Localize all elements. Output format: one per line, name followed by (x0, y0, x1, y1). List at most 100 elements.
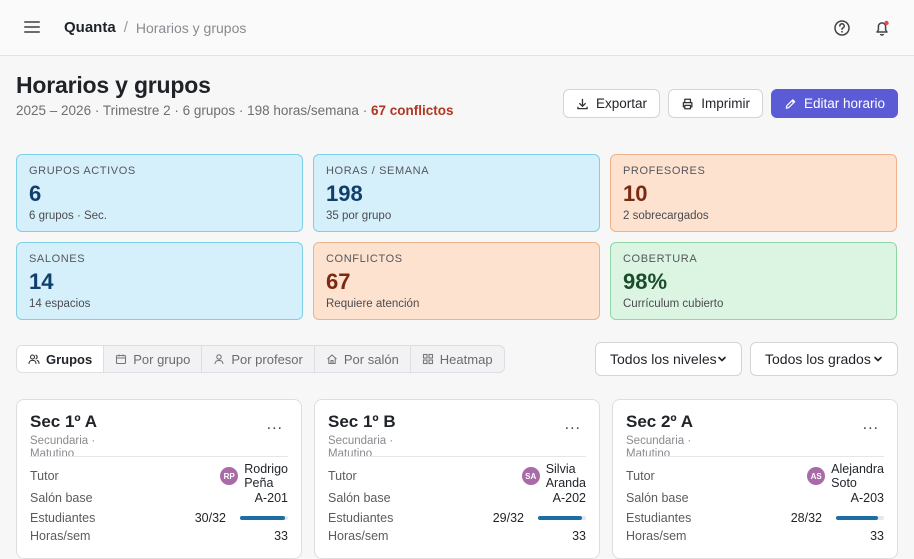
export-button[interactable]: Exportar (563, 89, 660, 118)
room-label: Salón base (30, 491, 93, 505)
level-select[interactable]: Todos los niveles (595, 342, 742, 376)
hours-label: Horas/sem (626, 529, 687, 543)
breadcrumb-app[interactable]: Quanta (64, 19, 116, 36)
students-bar (836, 516, 884, 520)
tutor-row: Tutor AS Alejandra Soto (626, 462, 884, 490)
room-label: Salón base (626, 491, 689, 505)
stat-label: SALONES (29, 253, 86, 265)
room-value: A-203 (850, 491, 884, 505)
stat-label: CONFLICTOS (326, 253, 403, 265)
divider (30, 456, 288, 457)
tab-groups[interactable]: Grupos (17, 346, 105, 372)
tab-by-teacher[interactable]: Por profesor (202, 346, 315, 372)
edit-schedule-button[interactable]: Editar horario (771, 89, 898, 118)
stat-rooms: SALONES 14 14 espacios (16, 242, 303, 320)
avatar: AS (807, 467, 826, 485)
calendar-icon (116, 354, 127, 365)
tab-heatmap[interactable]: Heatmap (411, 346, 504, 372)
chevron-down-icon (718, 356, 726, 362)
breadcrumb-current: Horarios y grupos (135, 19, 247, 36)
conflicts-count[interactable]: 67 conflictos (371, 103, 454, 118)
page-subtitle: 2025 – 2026 · Trimestre 2 · 6 grupos · 1… (16, 103, 453, 118)
students-bar-fill (240, 516, 286, 520)
menu-icon[interactable] (24, 21, 40, 35)
tab-by-room[interactable]: Por salón (315, 346, 411, 372)
divider (328, 456, 586, 457)
stat-label: GRUPOS ACTIVOS (29, 165, 136, 177)
help-icon[interactable] (832, 18, 852, 38)
level-select-value: Todos los niveles (610, 351, 717, 367)
divider (626, 456, 884, 457)
tutor-value: AS Alejandra Soto (807, 462, 884, 490)
export-label: Exportar (595, 96, 647, 111)
tutor-label: Tutor (30, 469, 59, 483)
stat-value: 198 (326, 181, 363, 206)
stat-value: 98% (623, 269, 668, 294)
tutor-label: Tutor (626, 469, 655, 483)
printer-icon (682, 98, 693, 109)
tutor-first-name: Silvia (545, 462, 576, 476)
tutor-name: Alejandra Soto (831, 462, 884, 490)
download-icon (577, 98, 588, 109)
students-label: Estudiantes (30, 511, 96, 525)
stat-label: COBERTURA (623, 253, 698, 265)
group-name: Sec 2º A (626, 412, 694, 431)
hours-row: Horas/sem 33 (30, 529, 288, 543)
tab-label: Por salón (343, 351, 399, 367)
group-name: Sec 1º A (30, 412, 98, 431)
tutor-name: Silvia Aranda (546, 462, 586, 490)
stat-value: 6 (29, 181, 42, 206)
tutor-name: Rodrigo Peña (244, 462, 288, 490)
print-label: Imprimir (701, 96, 750, 111)
hours-row: Horas/sem 33 (328, 529, 586, 543)
tutor-last-name: Aranda (545, 476, 586, 490)
students-value: 28/32 (791, 511, 884, 525)
stat-value: 67 (326, 269, 351, 294)
group-card[interactable]: Sec 2º A Secundaria · Matutino ... Tutor… (612, 399, 898, 559)
group-name: Sec 1º B (328, 412, 396, 431)
tab-label: Heatmap (439, 351, 493, 367)
tab-label: Por grupo (133, 351, 191, 367)
group-meta: Secundaria · Matutino (30, 435, 96, 460)
room-row: Salón base A-202 (328, 491, 586, 505)
group-meta: Secundaria · Matutino (626, 435, 692, 460)
print-button[interactable]: Imprimir (668, 89, 763, 118)
stat-conflicts: CONFLICTOS 67 Requiere atención (313, 242, 600, 320)
students-count: 29/32 (492, 511, 524, 525)
more-options-icon[interactable]: ... (267, 416, 283, 434)
stat-active-groups: GRUPOS ACTIVOS 6 6 grupos · Sec. (16, 154, 303, 232)
home-icon (327, 354, 337, 365)
notification-bell-icon[interactable] (872, 18, 892, 38)
more-options-icon[interactable]: ... (863, 416, 879, 434)
stat-caption: 2 sobrecargados (623, 210, 709, 222)
avatar: RP (220, 467, 239, 485)
grade-select[interactable]: Todos los grados (750, 342, 898, 376)
students-count: 28/32 (790, 511, 822, 525)
stat-hours-per-week: HORAS / SEMANA 198 35 por grupo (313, 154, 600, 232)
more-options-icon[interactable]: ... (565, 416, 581, 434)
grid-icon (422, 353, 433, 365)
edit-schedule-label: Editar horario (803, 96, 885, 111)
tab-label: Por profesor (231, 351, 303, 367)
subtitle-summary: 2025 – 2026 · Trimestre 2 · 6 grupos · 1… (16, 103, 371, 118)
room-row: Salón base A-203 (626, 491, 884, 505)
hours-row: Horas/sem 33 (626, 529, 884, 543)
students-bar-fill (836, 516, 879, 520)
avatar: SA (521, 467, 540, 485)
hours-value: 33 (870, 529, 884, 543)
students-row: Estudiantes 28/32 (626, 511, 884, 525)
group-card[interactable]: Sec 1º B Secundaria · Matutino ... Tutor… (314, 399, 600, 559)
users-icon (28, 354, 40, 365)
group-card[interactable]: Sec 1º A Secundaria · Matutino ... Tutor… (16, 399, 302, 559)
stat-coverage: COBERTURA 98% Currículum cubierto (610, 242, 897, 320)
students-row: Estudiantes 30/32 (30, 511, 288, 525)
students-bar (538, 516, 586, 520)
stat-label: PROFESORES (623, 165, 706, 177)
tutor-first-name: Rodrigo (244, 462, 288, 476)
tab-by-group[interactable]: Por grupo (104, 346, 203, 372)
tutor-label: Tutor (328, 469, 357, 483)
tutor-last-name: Peña (244, 476, 274, 490)
tab-label: Grupos (46, 351, 93, 367)
students-value: 30/32 (195, 511, 288, 525)
view-tabs: Grupos Por grupo Por profesor Por salón … (16, 345, 505, 373)
